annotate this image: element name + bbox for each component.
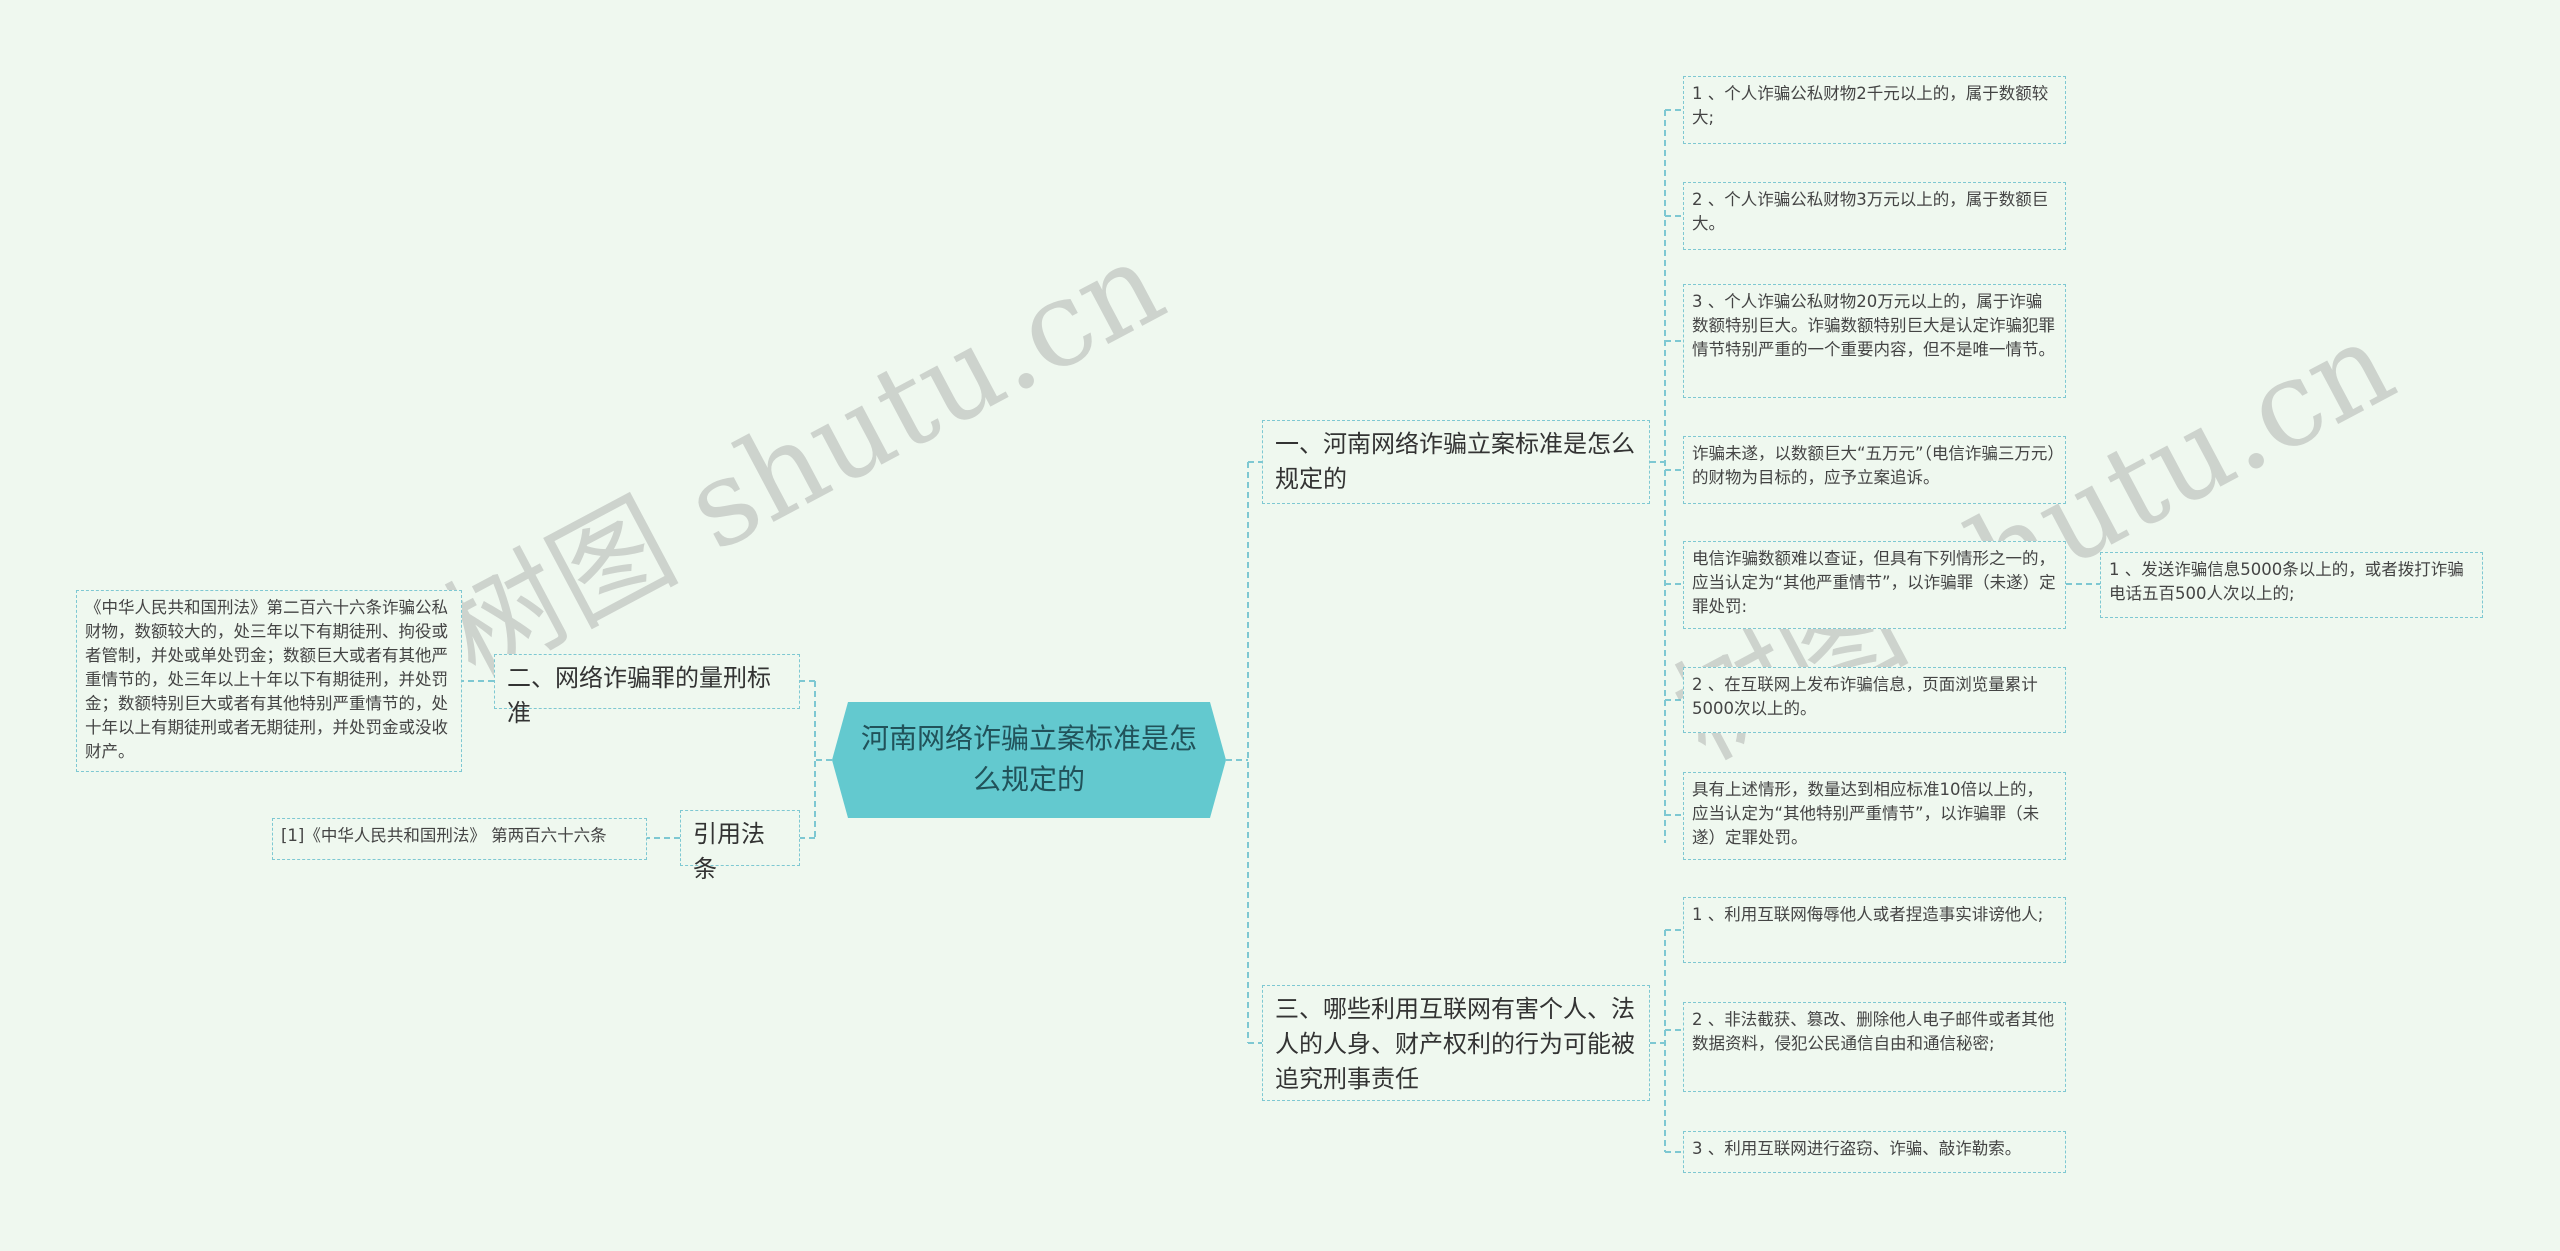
leaf-criminal-law-article[interactable]: 《中华人民共和国刑法》第二百六十六条诈骗公私财物，数额较大的，处三年以下有期徒刑… — [76, 590, 462, 772]
leaf-attempted-fraud-text: 诈骗未遂，以数额巨大“五万元”（电信诈骗三万元）的财物为目标的，应予立案追诉。 — [1692, 444, 2056, 487]
leaf-criminal-law-article-text: 《中华人民共和国刑法》第二百六十六条诈骗公私财物，数额较大的，处三年以下有期徒刑… — [85, 598, 448, 761]
leaf-amount-huge-text: 2 、个人诈骗公私财物3万元以上的，属于数额巨大。 — [1692, 190, 2049, 233]
leaf-intercept-email[interactable]: 2 、非法截获、篡改、删除他人电子邮件或者其他数据资料，侵犯公民通信自由和通信秘… — [1683, 1002, 2066, 1092]
leaf-especially-serious-text: 具有上述情形，数量达到相应标准10倍以上的，应当认定为“其他特别严重情节”，以诈… — [1692, 780, 2043, 847]
branch-criminal-liability-label: 三、哪些利用互联网有害个人、法人的人身、财产权利的行为可能被追究刑事责任 — [1275, 995, 1635, 1093]
leaf-send-fraud-messages[interactable]: 1 、发送诈骗信息5000条以上的，或者拨打诈骗电话五百500人次以上的; — [2100, 552, 2483, 618]
leaf-theft-fraud-extortion[interactable]: 3 、利用互联网进行盗窃、诈骗、敲诈勒索。 — [1683, 1131, 2066, 1173]
branch-criminal-liability[interactable]: 三、哪些利用互联网有害个人、法人的人身、财产权利的行为可能被追究刑事责任 — [1262, 985, 1650, 1101]
leaf-theft-fraud-extortion-text: 3 、利用互联网进行盗窃、诈骗、敲诈勒索。 — [1692, 1139, 2022, 1158]
branch-sentencing[interactable]: 二、网络诈骗罪的量刑标准 — [494, 654, 800, 727]
leaf-insult-slander[interactable]: 1 、利用互联网侮辱他人或者捏造事实诽谤他人; — [1683, 897, 2066, 963]
leaf-amount-especially-huge-text: 3 、个人诈骗公私财物20万元以上的，属于诈骗数额特别巨大。诈骗数额特别巨大是认… — [1692, 292, 2055, 359]
leaf-send-fraud-messages-text: 1 、发送诈骗信息5000条以上的，或者拨打诈骗电话五百500人次以上的; — [2109, 560, 2464, 603]
leaf-cited-law-reference[interactable]: [1]《中华人民共和国刑法》 第两百六十六条 — [272, 818, 647, 860]
branch-cited-law[interactable]: 引用法条 — [680, 810, 800, 883]
leaf-amount-huge[interactable]: 2 、个人诈骗公私财物3万元以上的，属于数额巨大。 — [1683, 182, 2066, 250]
branch-standard-label: 一、河南网络诈骗立案标准是怎么规定的 — [1275, 430, 1635, 493]
leaf-especially-serious[interactable]: 具有上述情形，数量达到相应标准10倍以上的，应当认定为“其他特别严重情节”，以诈… — [1683, 772, 2066, 860]
leaf-insult-slander-text: 1 、利用互联网侮辱他人或者捏造事实诽谤他人; — [1692, 905, 2044, 924]
leaf-cited-law-reference-text: [1]《中华人民共和国刑法》 第两百六十六条 — [281, 826, 607, 845]
leaf-intercept-email-text: 2 、非法截获、篡改、删除他人电子邮件或者其他数据资料，侵犯公民通信自由和通信秘… — [1692, 1010, 2055, 1053]
leaf-online-posting[interactable]: 2 、在互联网上发布诈骗信息，页面浏览量累计5000次以上的。 — [1683, 667, 2066, 733]
leaf-attempted-fraud[interactable]: 诈骗未遂，以数额巨大“五万元”（电信诈骗三万元）的财物为目标的，应予立案追诉。 — [1683, 436, 2066, 504]
leaf-amount-large[interactable]: 1 、个人诈骗公私财物2千元以上的，属于数额较大; — [1683, 76, 2066, 144]
root-topic-label: 河南网络诈骗立案标准是怎么规定的 — [860, 722, 1197, 796]
leaf-amount-especially-huge[interactable]: 3 、个人诈骗公私财物20万元以上的，属于诈骗数额特别巨大。诈骗数额特别巨大是认… — [1683, 284, 2066, 398]
leaf-online-posting-text: 2 、在互联网上发布诈骗信息，页面浏览量累计5000次以上的。 — [1692, 675, 2038, 718]
leaf-amount-large-text: 1 、个人诈骗公私财物2千元以上的，属于数额较大; — [1692, 84, 2049, 127]
leaf-telecom-fraud-text: 电信诈骗数额难以查证，但具有下列情形之一的，应当认定为“其他严重情节”，以诈骗罪… — [1692, 549, 2056, 616]
leaf-telecom-fraud[interactable]: 电信诈骗数额难以查证，但具有下列情形之一的，应当认定为“其他严重情节”，以诈骗罪… — [1683, 541, 2066, 629]
branch-standard[interactable]: 一、河南网络诈骗立案标准是怎么规定的 — [1262, 420, 1650, 504]
root-topic[interactable]: 河南网络诈骗立案标准是怎么规定的 — [832, 702, 1226, 818]
